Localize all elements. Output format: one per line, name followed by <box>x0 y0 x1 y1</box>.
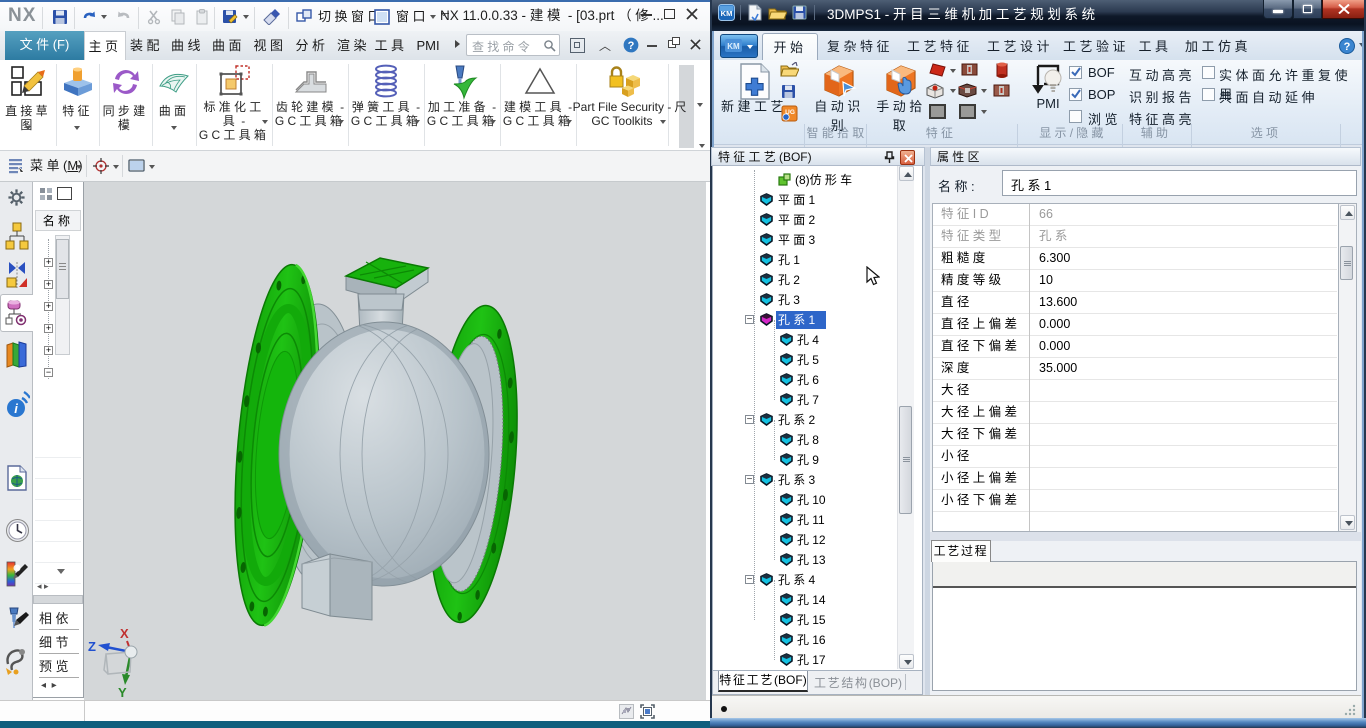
svg-text:Y: Y <box>118 685 127 700</box>
svg-text:KM: KM <box>727 42 740 51</box>
svg-text:?: ? <box>628 40 635 52</box>
svg-text:i: i <box>14 401 18 416</box>
svg-text:X: X <box>120 626 129 641</box>
svg-text:KM: KM <box>721 9 733 18</box>
svg-text:Z: Z <box>88 639 96 654</box>
svg-text:?: ? <box>1344 41 1351 53</box>
